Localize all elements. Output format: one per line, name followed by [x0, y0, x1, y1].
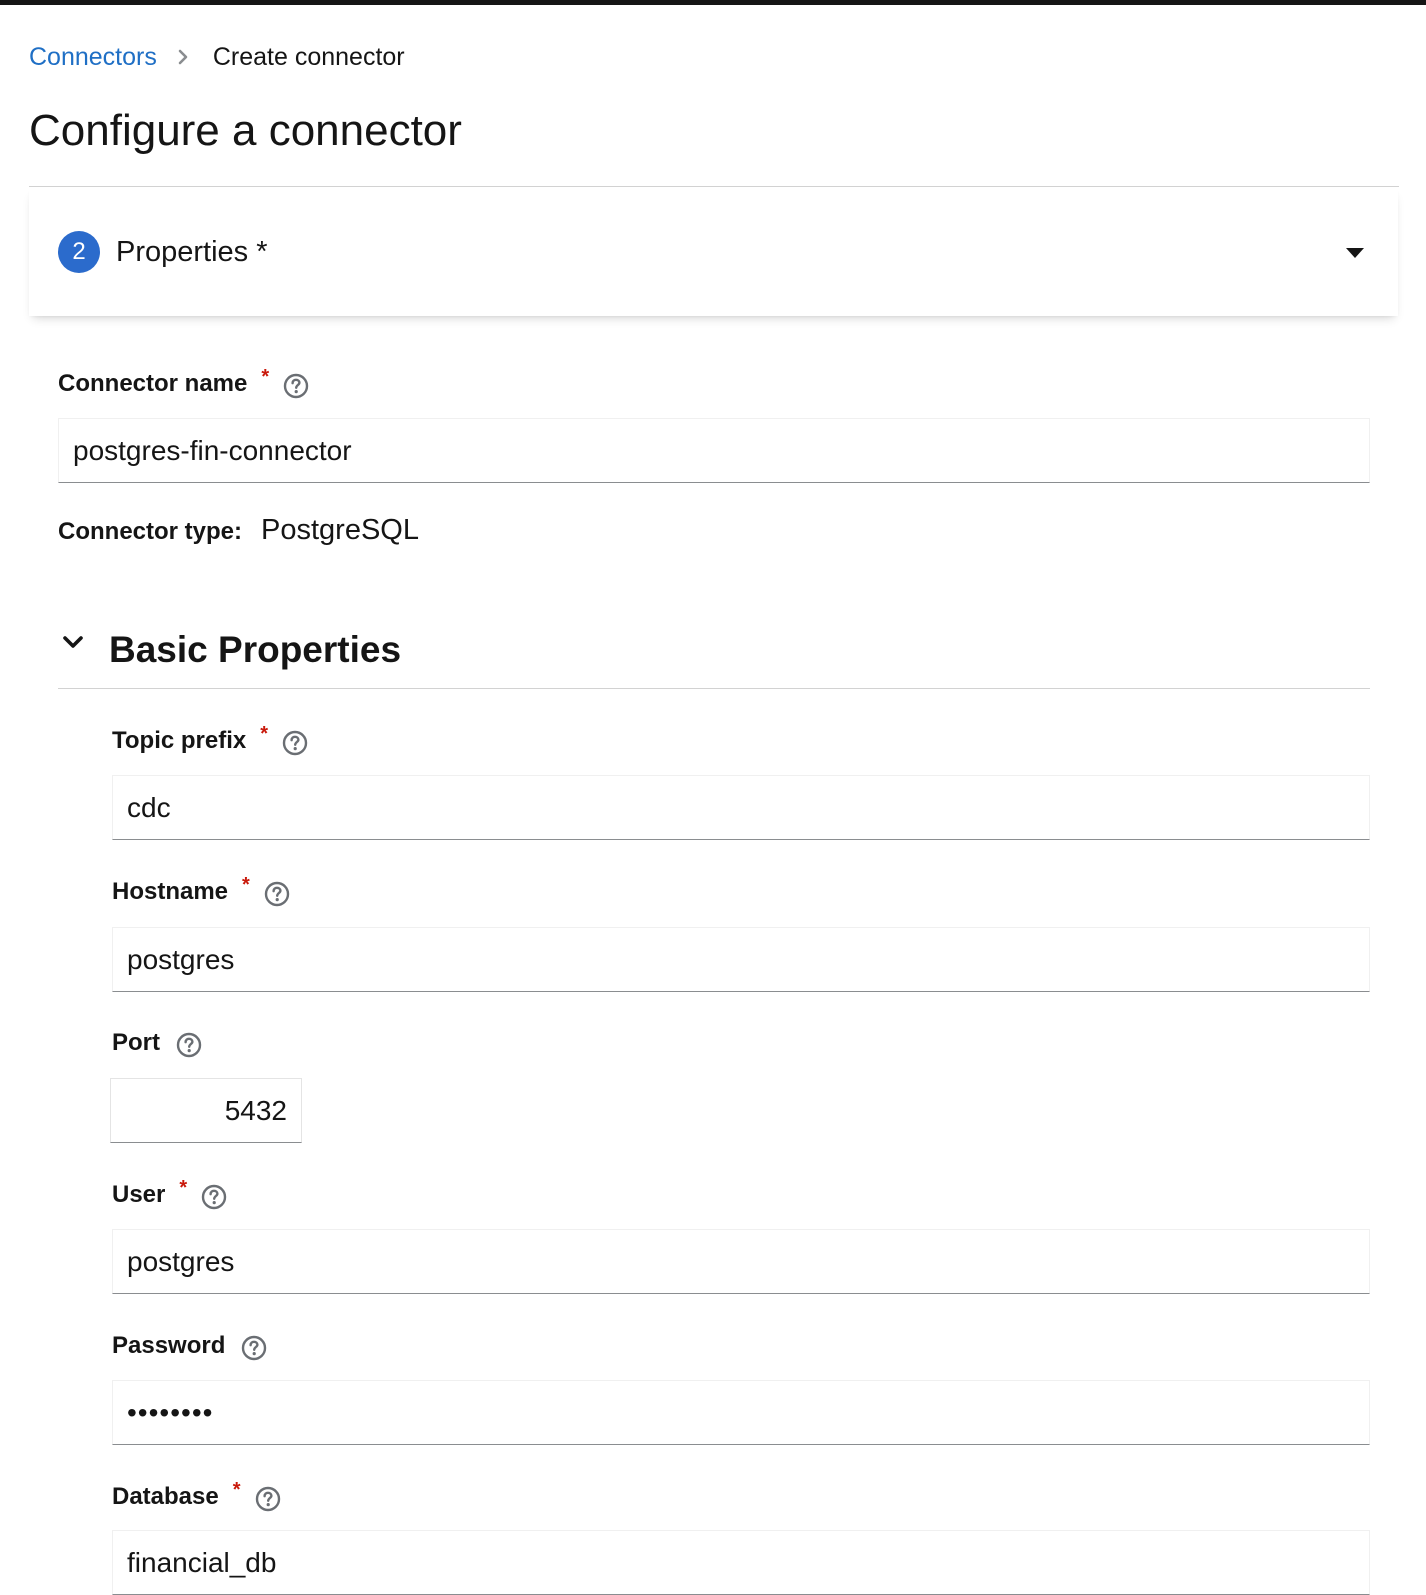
- connector-type-label: Connector type:: [58, 518, 243, 545]
- password-label: Password: [112, 1332, 226, 1359]
- password-label-row: Password: [112, 1331, 267, 1361]
- question-circle-icon[interactable]: [176, 1032, 202, 1058]
- connector-name-label-row: Connector name *: [58, 366, 309, 399]
- user-input[interactable]: [112, 1229, 1370, 1294]
- connector-type-row: Connector type: PostgreSQL: [58, 514, 419, 547]
- question-circle-icon[interactable]: [201, 1184, 227, 1210]
- database-label-row: Database *: [112, 1479, 281, 1512]
- database-label: Database: [112, 1483, 219, 1510]
- basic-properties-section-toggle[interactable]: Basic Properties: [58, 620, 1370, 689]
- step-number-badge: 2: [58, 231, 100, 273]
- breadcrumb: Connectors Create connector: [29, 40, 405, 74]
- required-marker: *: [261, 366, 270, 388]
- required-marker: *: [232, 1479, 241, 1501]
- required-marker: *: [179, 1177, 188, 1199]
- chevron-right-icon: [177, 49, 189, 65]
- page-title: Configure a connector: [29, 106, 462, 155]
- required-marker: *: [260, 723, 269, 745]
- port-input[interactable]: [110, 1078, 302, 1143]
- breadcrumb-current: Create connector: [212, 42, 405, 71]
- port-label-row: Port: [112, 1028, 202, 1058]
- caret-down-icon: [1345, 246, 1365, 264]
- chevron-down-icon: [62, 634, 84, 655]
- required-marker: *: [242, 874, 250, 896]
- breadcrumb-connectors-link[interactable]: Connectors: [29, 43, 157, 72]
- basic-properties-title: Basic Properties: [109, 629, 402, 670]
- connector-name-input[interactable]: [58, 418, 1370, 483]
- port-label: Port: [112, 1029, 160, 1056]
- question-circle-icon[interactable]: [255, 1486, 281, 1512]
- user-label-row: User *: [112, 1177, 227, 1210]
- question-circle-icon[interactable]: [241, 1335, 267, 1361]
- top-bar: [0, 0, 1426, 5]
- hostname-input[interactable]: [112, 927, 1370, 992]
- user-label: User: [112, 1181, 166, 1208]
- properties-step-toggle[interactable]: 2 Properties *: [29, 188, 1398, 316]
- connector-type-value: PostgreSQL: [261, 514, 419, 546]
- step-title: Properties *: [116, 236, 268, 268]
- topic-prefix-input[interactable]: [112, 775, 1370, 840]
- title-divider: [29, 186, 1399, 187]
- question-circle-icon[interactable]: [282, 730, 308, 756]
- database-input[interactable]: [112, 1530, 1370, 1595]
- password-input[interactable]: [112, 1380, 1370, 1445]
- hostname-label-row: Hostname *: [112, 874, 290, 907]
- connector-name-label: Connector name: [58, 370, 248, 397]
- question-circle-icon[interactable]: [283, 373, 309, 399]
- topic-prefix-label-row: Topic prefix *: [112, 723, 308, 756]
- question-circle-icon[interactable]: [264, 881, 290, 907]
- hostname-label: Hostname: [112, 878, 229, 905]
- topic-prefix-label: Topic prefix: [112, 727, 247, 754]
